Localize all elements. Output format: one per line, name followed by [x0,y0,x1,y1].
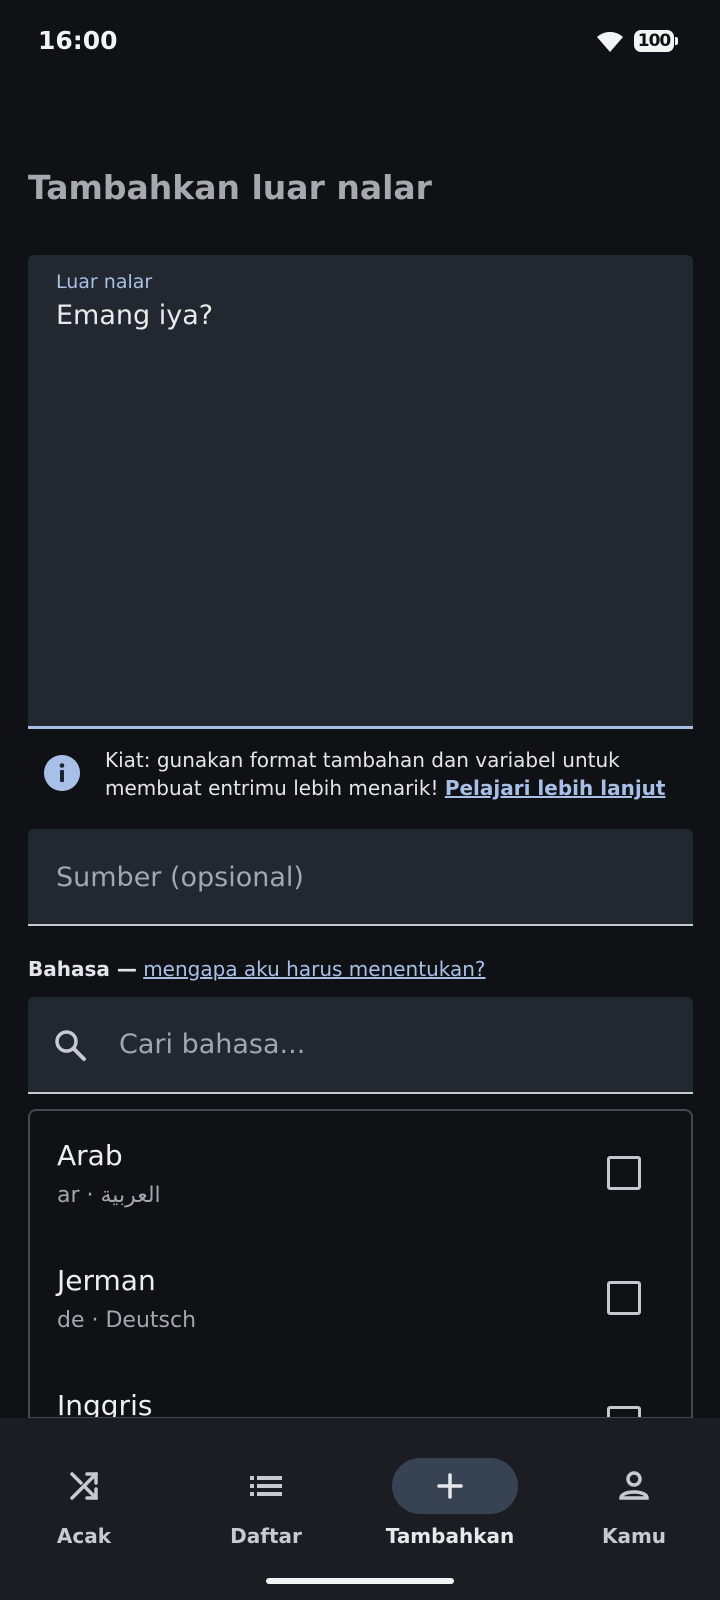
content-field-label: Luar nalar [56,271,153,293]
shuffle-icon [70,1472,98,1500]
why-specify-link[interactable]: mengapa aku harus menentukan? [143,957,485,981]
status-bar: 16:00 100 [0,0,720,84]
battery-level: 100 [634,30,674,52]
status-time: 16:00 [38,26,118,55]
bottom-navigation: Acak Daftar Tambahkan Kamu [0,1418,720,1600]
page-title: Tambahkan luar nalar [28,168,432,207]
language-subtitle: ar · العربية [57,1183,161,1208]
person-icon [619,1471,649,1500]
search-placeholder: Cari bahasa... [119,1029,306,1060]
language-name: Jerman [57,1264,156,1297]
nav-item-tambahkan[interactable]: Tambahkan [370,1438,530,1548]
list-item-jerman[interactable]: Jerman de · Deutsch [30,1236,691,1361]
tip-box: Kiat: gunakan format tambahan dan variab… [28,746,698,806]
list-item-inggris[interactable]: Inggris [30,1361,691,1419]
tip-text-block: Kiat: gunakan format tambahan dan variab… [105,746,695,802]
language-name: Arab [57,1139,123,1172]
search-icon [55,1030,86,1061]
list-item-arab[interactable]: Arab ar · العربية [30,1111,691,1236]
nav-label: Kamu [601,1524,667,1548]
nav-item-kamu[interactable]: Kamu [554,1438,714,1548]
nav-label: Tambahkan [385,1524,515,1548]
content-text-area[interactable]: Luar nalar Emang iya? [28,255,693,729]
language-list[interactable]: Arab ar · العربية Jerman de · Deutsch In… [28,1109,693,1419]
source-input[interactable]: Sumber (opsional) [28,829,693,926]
learn-more-link[interactable]: Pelajari lebih lanjut [445,776,666,800]
home-indicator[interactable] [266,1578,454,1584]
source-placeholder: Sumber (opsional) [56,862,304,893]
content-field-value[interactable]: Emang iya? [56,300,213,331]
checkbox[interactable] [607,1156,641,1190]
language-search-input[interactable]: Cari bahasa... [28,997,693,1094]
language-heading: Bahasa — mengapa aku harus menentukan? [28,957,486,981]
nav-label: Daftar [230,1524,302,1548]
nav-item-daftar[interactable]: Daftar [186,1438,346,1548]
checkbox[interactable] [607,1281,641,1315]
language-name: Inggris [57,1389,153,1419]
battery-icon: 100 [634,30,680,54]
nav-item-acak[interactable]: Acak [4,1438,164,1548]
language-subtitle: de · Deutsch [57,1308,197,1333]
list-icon [250,1476,282,1496]
nav-label: Acak [56,1524,112,1548]
language-label: Bahasa — [28,957,137,981]
wifi-icon [597,31,623,52]
info-icon [44,755,80,791]
add-icon [437,1473,463,1499]
